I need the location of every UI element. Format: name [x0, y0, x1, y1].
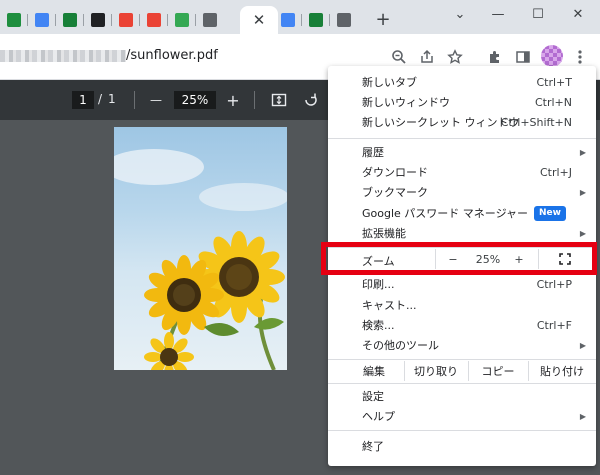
- tab-6[interactable]: [140, 6, 168, 34]
- side-panel-icon[interactable]: [512, 46, 534, 68]
- menu-item-label: 設定: [362, 390, 384, 403]
- menu-item-label: 検索...: [362, 319, 395, 332]
- menu-item-help[interactable]: ヘルプ ▶: [328, 406, 596, 426]
- fit-to-page-icon[interactable]: [268, 89, 290, 111]
- new-tab-button[interactable]: +: [372, 8, 394, 30]
- menu-item-new-window[interactable]: 新しいウィンドウ Ctrl+N: [328, 92, 596, 112]
- zoom-in-button[interactable]: +: [222, 89, 244, 111]
- menu-item-label: 新しいシークレット ウィンドウ: [362, 116, 520, 129]
- zoom-level-input[interactable]: 25%: [174, 91, 216, 109]
- menu-item-more-tools[interactable]: その他のツール ▶: [328, 335, 596, 355]
- minimize-button[interactable]: —: [478, 0, 518, 28]
- sunflower-image: [114, 149, 287, 370]
- menu-item-label: 新しいタブ: [362, 76, 417, 89]
- tab-favicon-icon: [175, 13, 189, 27]
- tab-favicon-icon: [119, 13, 133, 27]
- tab-favicon-icon: [337, 13, 351, 27]
- maximize-button[interactable]: ☐: [518, 0, 558, 28]
- menu-item-label: ダウンロード: [362, 166, 428, 179]
- menu-item-label: Google パスワード マネージャー: [362, 207, 529, 220]
- menu-item-settings[interactable]: 設定: [328, 386, 596, 406]
- tab-9[interactable]: [274, 6, 302, 34]
- profile-avatar[interactable]: [541, 45, 563, 67]
- menu-item-extensions[interactable]: 拡張機能 ▶: [328, 223, 596, 243]
- page-separator: /: [98, 92, 103, 106]
- pdf-page-sunflower-image: [114, 127, 287, 370]
- submenu-arrow-icon: ▶: [579, 228, 586, 238]
- menu-item-shortcut: Ctrl+J: [539, 165, 572, 179]
- menu-item-label: その他のツール: [362, 339, 439, 352]
- total-pages: 1: [108, 92, 116, 106]
- menu-item-label: 履歴: [362, 146, 384, 159]
- menu-item-label: 終了: [362, 440, 384, 453]
- tab-close-icon[interactable]: ✕: [253, 11, 266, 29]
- edit-label: 編集: [363, 365, 385, 378]
- url-suffix: /sunflower.pdf: [126, 48, 218, 63]
- tab-favicon-icon: [281, 13, 295, 27]
- tab-favicon-icon: [203, 13, 217, 27]
- tab-2[interactable]: [28, 6, 56, 34]
- menu-item-exit[interactable]: 終了: [328, 436, 596, 456]
- paste-button[interactable]: 貼り付け: [528, 361, 596, 381]
- tab-active-sunflower[interactable]: ✕: [240, 6, 278, 34]
- menu-item-shortcut: Ctrl+F: [536, 318, 572, 332]
- menu-item-print[interactable]: 印刷... Ctrl+P: [328, 274, 596, 294]
- submenu-arrow-icon: ▶: [579, 147, 586, 157]
- tab-1[interactable]: [0, 6, 28, 34]
- menu-item-label: 印刷...: [362, 278, 395, 291]
- url-redacted: [0, 49, 126, 62]
- zoom-magnifier-icon[interactable]: [388, 46, 410, 68]
- menu-item-label: キャスト...: [362, 299, 417, 312]
- tab-4[interactable]: [84, 6, 112, 34]
- tab-favicon-icon: [91, 13, 105, 27]
- menu-item-new-incognito-window[interactable]: 新しいシークレット ウィンドウ Ctrl+Shift+N: [328, 112, 596, 132]
- tab-favicon-icon: [35, 13, 49, 27]
- more-menu-kebab-icon[interactable]: [569, 46, 591, 68]
- rotate-icon[interactable]: [300, 89, 322, 111]
- submenu-arrow-icon: ▶: [579, 411, 586, 421]
- menu-item-label: ブックマーク: [362, 186, 428, 199]
- menu-item-downloads[interactable]: ダウンロード Ctrl+J: [328, 162, 596, 182]
- menu-item-history[interactable]: 履歴 ▶: [328, 142, 596, 162]
- tab-favicon-icon: [63, 13, 77, 27]
- menu-item-find[interactable]: 検索... Ctrl+F: [328, 315, 596, 335]
- tab-search-chevron-icon[interactable]: ⌄: [440, 0, 480, 28]
- menu-item-shortcut: Ctrl+Shift+N: [500, 115, 572, 129]
- menu-item-cast[interactable]: キャスト...: [328, 295, 596, 315]
- tab-3[interactable]: [56, 6, 84, 34]
- menu-item-label: 新しいウィンドウ: [362, 96, 450, 109]
- new-badge: New: [534, 205, 566, 221]
- tab-7[interactable]: [168, 6, 196, 34]
- submenu-arrow-icon: ▶: [579, 340, 586, 350]
- zoom-row-highlight-box: [321, 242, 597, 275]
- tab-favicon-icon: [7, 13, 21, 27]
- menu-item-shortcut: Ctrl+T: [536, 75, 572, 89]
- tab-strip: ✕ + ⌄ — ☐ ✕: [0, 0, 600, 34]
- share-icon[interactable]: [416, 46, 438, 68]
- menu-edit-row: 編集 切り取り コピー 貼り付け: [328, 361, 596, 381]
- menu-item-label: 拡張機能: [362, 227, 406, 240]
- tab-favicon-icon: [147, 13, 161, 27]
- address-bar[interactable]: /sunflower.pdf: [0, 48, 218, 63]
- extensions-puzzle-icon[interactable]: [484, 46, 506, 68]
- bookmark-star-icon[interactable]: [444, 46, 466, 68]
- tab-5[interactable]: [112, 6, 140, 34]
- copy-button[interactable]: コピー: [468, 361, 528, 381]
- tab-10[interactable]: [302, 6, 330, 34]
- submenu-arrow-icon: ▶: [579, 187, 586, 197]
- cut-button[interactable]: 切り取り: [404, 361, 468, 381]
- tab-11[interactable]: [330, 6, 358, 34]
- menu-item-shortcut: Ctrl+P: [536, 277, 572, 291]
- tab-favicon-icon: [309, 13, 323, 27]
- menu-item-shortcut: Ctrl+N: [534, 95, 572, 109]
- close-window-button[interactable]: ✕: [558, 0, 598, 28]
- tab-8[interactable]: [196, 6, 224, 34]
- menu-item-bookmarks[interactable]: ブックマーク ▶: [328, 182, 596, 202]
- menu-item-label: ヘルプ: [362, 410, 395, 423]
- menu-item-password-manager[interactable]: Google パスワード マネージャー New: [328, 203, 596, 223]
- zoom-out-button[interactable]: —: [145, 89, 167, 111]
- page-number-input[interactable]: 1: [72, 91, 94, 109]
- menu-item-new-tab[interactable]: 新しいタブ Ctrl+T: [328, 72, 596, 92]
